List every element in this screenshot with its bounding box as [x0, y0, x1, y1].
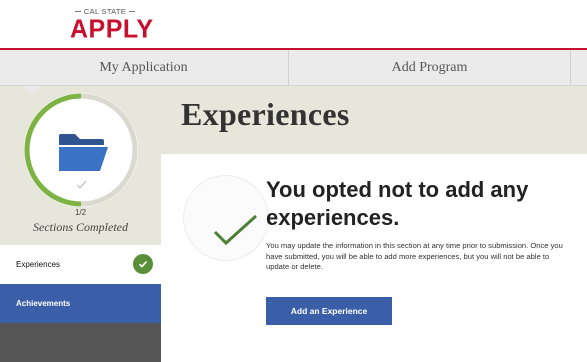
tab-more[interactable] [570, 50, 587, 85]
tab-add-program[interactable]: Add Program [288, 50, 570, 85]
cal-state-apply-logo[interactable]: CAL STATE APPLY [70, 7, 154, 47]
folder-icon [59, 134, 108, 171]
sidebar-active-strip [0, 245, 10, 284]
sections-completed-label: Sections Completed [33, 220, 128, 234]
tab-my-application[interactable]: My Application [0, 50, 287, 85]
sidebar-item-achievements[interactable]: Achievements [10, 284, 161, 323]
add-experience-button[interactable]: Add an Experience [266, 297, 392, 325]
status-description: You may update the information in this s… [266, 241, 563, 272]
sections-progress-ring [24, 93, 138, 207]
page-title: Experiences [181, 96, 350, 132]
sidebar-footer [0, 323, 161, 362]
status-headline: You opted not to add any experiences. [266, 177, 529, 230]
logo-wordmark: APPLY [70, 14, 154, 44]
sections-count: 1/2 [74, 208, 87, 217]
check-icon [133, 254, 153, 274]
sidebar-item-label: Achievements [16, 299, 71, 308]
sidebar-blue-strip [0, 284, 10, 323]
large-check-icon [213, 215, 258, 246]
site-header: CAL STATE APPLY [0, 0, 587, 48]
main-nav: My Application Add Program [0, 50, 587, 86]
sidebar-item-label: Experiences [16, 260, 61, 269]
